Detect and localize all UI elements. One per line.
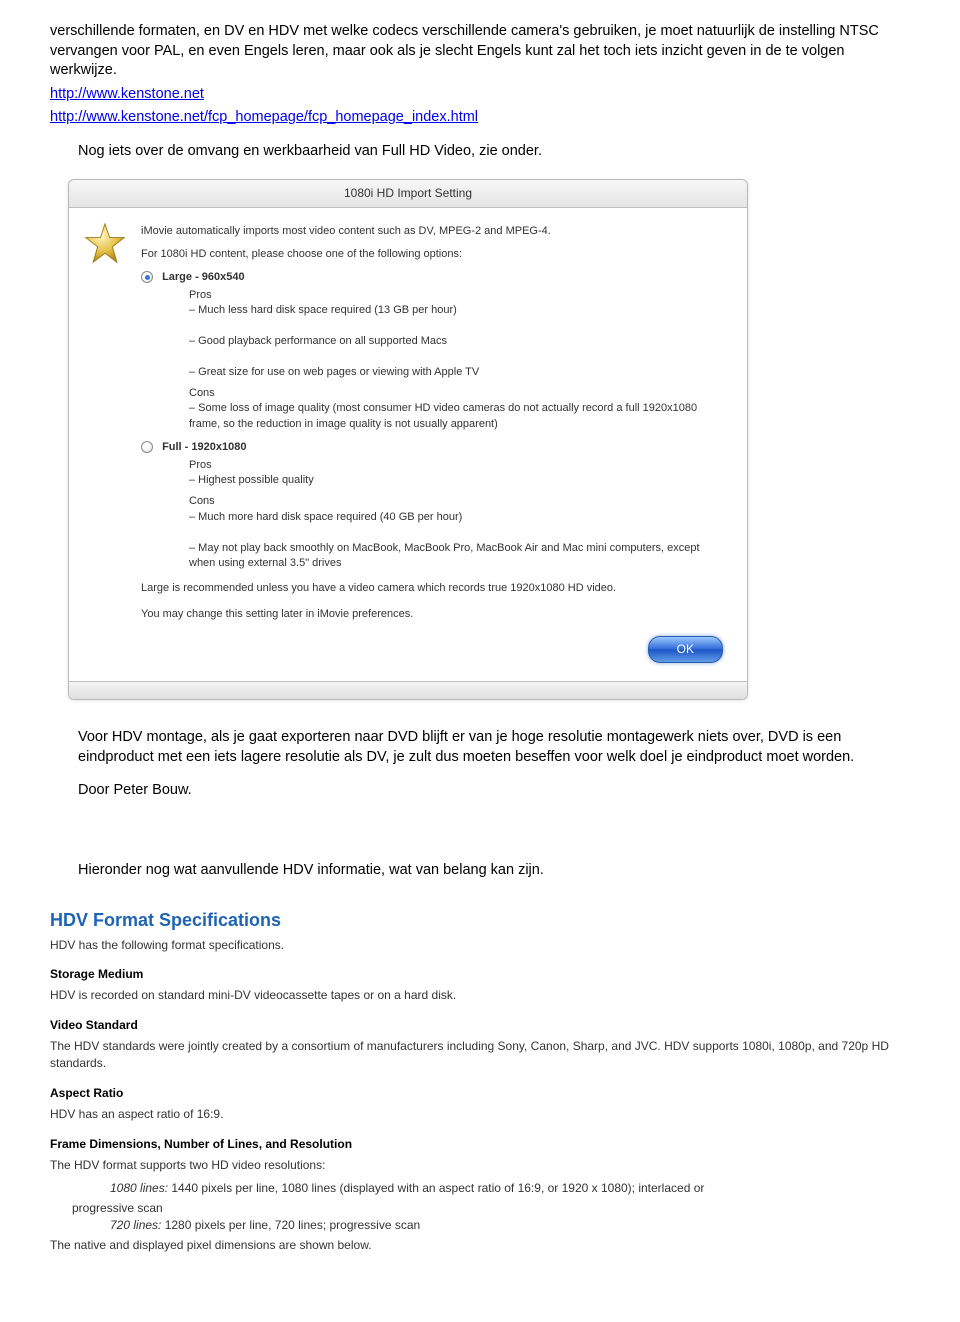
option-full[interactable]: Full - 1920x1080 Pros– Highest possible … <box>141 440 729 571</box>
link-kenstone-fcp[interactable]: http://www.kenstone.net/fcp_homepage/fcp… <box>50 109 478 125</box>
video-title: Video Standard <box>50 1017 910 1034</box>
pros-label: Pros <box>189 288 221 303</box>
dialog-footer-strip <box>69 681 747 699</box>
option-full-label: Full - 1920x1080 <box>162 441 246 453</box>
frame-footer: The native and displayed pixel dimension… <box>50 1237 910 1254</box>
dialog-recommend-1: Large is recommended unless you have a v… <box>141 581 729 596</box>
option-large[interactable]: Large - 960x540 Pros– Much less hard dis… <box>141 270 729 432</box>
spec-heading: HDV Format Specifications <box>50 908 910 932</box>
res-1080-cont: progressive scan <box>72 1200 910 1217</box>
intro-note: Nog iets over de omvang en werkbaarheid … <box>78 142 910 162</box>
ok-button[interactable]: OK <box>648 636 723 663</box>
dialog-recommend-2: You may change this setting later in iMo… <box>141 607 729 622</box>
aspect-title: Aspect Ratio <box>50 1085 910 1102</box>
res-1080: 1080 lines: 1440 pixels per line, 1080 l… <box>110 1180 910 1197</box>
dialog-lead-2: For 1080i HD content, please choose one … <box>141 247 729 262</box>
spec-intro: HDV has the following format specificati… <box>50 937 910 954</box>
res-720: 720 lines: 1280 pixels per line, 720 lin… <box>110 1217 910 1234</box>
after-para1: Voor HDV montage, als je gaat exporteren… <box>78 728 910 767</box>
radio-full[interactable] <box>141 441 153 453</box>
storage-title: Storage Medium <box>50 966 910 983</box>
option-large-label: Large - 960x540 <box>162 271 245 283</box>
intro-paragraph: verschillende formaten, en DV en HDV met… <box>50 22 910 81</box>
video-text: The HDV standards were jointly created b… <box>50 1038 910 1073</box>
frame-intro: The HDV format supports two HD video res… <box>50 1157 910 1174</box>
import-setting-dialog: 1080i HD Import Setting iMovie automatic… <box>68 179 748 700</box>
frame-title: Frame Dimensions, Number of Lines, and R… <box>50 1136 910 1153</box>
dialog-title: 1080i HD Import Setting <box>69 180 747 207</box>
star-icon <box>83 222 127 266</box>
cons-label: Cons <box>189 386 221 401</box>
storage-text: HDV is recorded on standard mini-DV vide… <box>50 987 910 1004</box>
resolution-list: 1080 lines: 1440 pixels per line, 1080 l… <box>110 1180 910 1197</box>
radio-large-selected[interactable] <box>141 271 153 283</box>
link-kenstone[interactable]: http://www.kenstone.net <box>50 86 204 102</box>
aspect-text: HDV has an aspect ratio of 16:9. <box>50 1106 910 1123</box>
author-line: Door Peter Bouw. <box>78 781 910 801</box>
dialog-lead-1: iMovie automatically imports most video … <box>141 224 729 239</box>
after-para2: Hieronder nog wat aanvullende HDV inform… <box>78 861 910 881</box>
